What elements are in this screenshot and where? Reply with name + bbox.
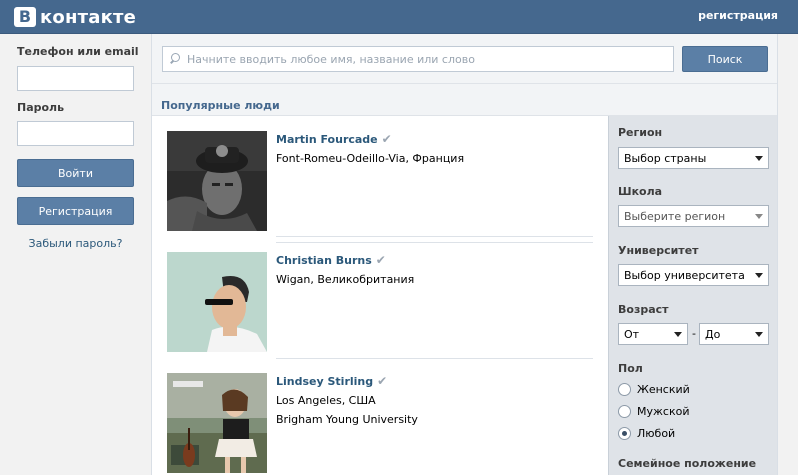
gender-option-label: Любой [637, 427, 676, 440]
search-bar: Начните вводить любое имя, название или … [152, 34, 777, 84]
divider [276, 236, 593, 237]
school-select[interactable]: Выберите регион [618, 205, 769, 227]
vk-logo[interactable]: В контакте [14, 6, 136, 28]
person-university: Brigham Young University [276, 413, 418, 426]
person-card: Martin Fourcade ✔ Font-Romeu-Odeillo-Via,… [167, 116, 593, 243]
password-input[interactable] [17, 121, 134, 146]
person-photo[interactable] [167, 252, 267, 352]
phone-email-label: Телефон или email [17, 45, 139, 58]
password-label: Пароль [17, 101, 65, 114]
login-button[interactable]: Войти [17, 159, 134, 187]
gender-option-label: Мужской [637, 405, 690, 418]
chevron-down-icon [674, 332, 682, 337]
person-name-text: Christian Burns [276, 254, 372, 267]
person-location: Font-Romeu-Odeillo-Via, Франция [276, 152, 465, 165]
radio-button-selected[interactable] [618, 427, 631, 440]
region-select[interactable]: Выбор страны [618, 147, 769, 169]
search-filters: Регион Выбор страны Школа Выберите регио… [608, 116, 777, 475]
age-to-select[interactable]: До [699, 323, 769, 345]
person-name[interactable]: Lindsey Stirling ✔ [276, 374, 387, 388]
university-select-value: Выбор университета [624, 268, 745, 282]
top-header: В контакте регистрация [0, 0, 798, 34]
verified-check-icon: ✔ [381, 132, 392, 146]
person-name-text: Martin Fourcade [276, 133, 378, 146]
person-name-text: Lindsey Stirling [276, 375, 374, 388]
radio-button[interactable] [618, 383, 631, 396]
chevron-down-icon [755, 273, 763, 278]
person-name[interactable]: Christian Burns ✔ [276, 253, 386, 267]
gender-option-any[interactable]: Любой [618, 427, 675, 440]
gender-option-male[interactable]: Мужской [618, 405, 689, 418]
chevron-down-icon [755, 214, 763, 219]
age-from-select[interactable]: От [618, 323, 688, 345]
school-select-value: Выберите регион [624, 209, 726, 223]
search-placeholder: Начните вводить любое имя, название или … [187, 52, 475, 66]
university-select[interactable]: Выбор университета [618, 264, 769, 286]
register-button[interactable]: Регистрация [17, 197, 134, 225]
age-separator: - [692, 327, 696, 340]
chevron-down-icon [755, 156, 763, 161]
popular-people-list: Martin Fourcade ✔ Font-Romeu-Odeillo-Via,… [152, 116, 608, 475]
main-panel: Начните вводить любое имя, название или … [151, 34, 778, 475]
vk-logo-icon: В [14, 7, 36, 27]
university-label: Университет [618, 244, 699, 257]
age-label: Возраст [618, 303, 669, 316]
section-title: Популярные люди [161, 99, 280, 112]
radio-button[interactable] [618, 405, 631, 418]
chevron-down-icon [755, 332, 763, 337]
forgot-password-link[interactable]: Забыли пароль? [17, 237, 134, 250]
verified-check-icon: ✔ [377, 374, 388, 388]
region-label: Регион [618, 126, 663, 139]
age-from-value: От [624, 327, 640, 341]
marital-status-label: Семейное положение [618, 457, 757, 470]
search-input[interactable]: Начните вводить любое имя, название или … [162, 46, 674, 72]
right-gutter [779, 34, 798, 475]
gender-option-female[interactable]: Женский [618, 383, 690, 396]
person-photo[interactable] [167, 131, 267, 231]
login-panel: Телефон или email Пароль Войти Регистрац… [0, 34, 150, 475]
age-to-value: До [705, 327, 721, 341]
page: В контакте регистрация Телефон или email… [0, 0, 798, 475]
search-icon [169, 52, 183, 66]
section-header: Популярные люди [152, 84, 777, 116]
gender-option-label: Женский [637, 383, 690, 396]
school-label: Школа [618, 185, 663, 198]
person-card: Christian Burns ✔ Wigan, Великобритания [167, 237, 593, 358]
region-select-value: Выбор страны [624, 151, 707, 165]
person-location: Los Angeles, США [276, 394, 376, 407]
person-name[interactable]: Martin Fourcade ✔ [276, 132, 392, 146]
verified-check-icon: ✔ [375, 253, 386, 267]
gender-label: Пол [618, 362, 643, 375]
person-card: Lindsey Stirling ✔ Los Angeles, США Brigh… [167, 358, 593, 475]
vk-logo-text: контакте [40, 6, 137, 28]
phone-email-input[interactable] [17, 66, 134, 91]
person-location: Wigan, Великобритания [276, 273, 415, 286]
person-photo[interactable] [167, 373, 267, 473]
search-button[interactable]: Поиск [682, 46, 768, 72]
header-register-link[interactable]: регистрация [698, 9, 778, 22]
